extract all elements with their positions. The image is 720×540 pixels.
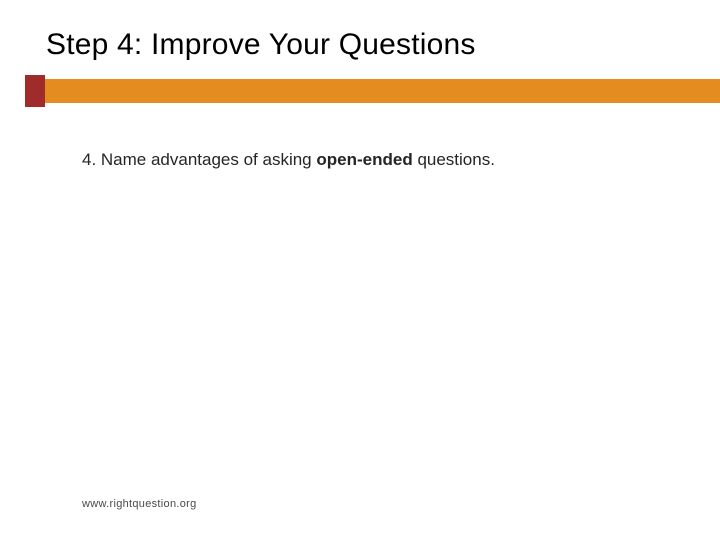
body-prefix: 4. Name advantages of asking xyxy=(82,150,316,169)
body-suffix: questions. xyxy=(413,150,495,169)
accent-bar xyxy=(45,79,720,103)
footer-url: www.rightquestion.org xyxy=(82,498,197,510)
accent-block xyxy=(25,75,45,107)
body-bold: open-ended xyxy=(316,150,412,169)
body-text: 4. Name advantages of asking open-ended … xyxy=(82,150,495,170)
slide-title: Step 4: Improve Your Questions xyxy=(0,0,720,62)
